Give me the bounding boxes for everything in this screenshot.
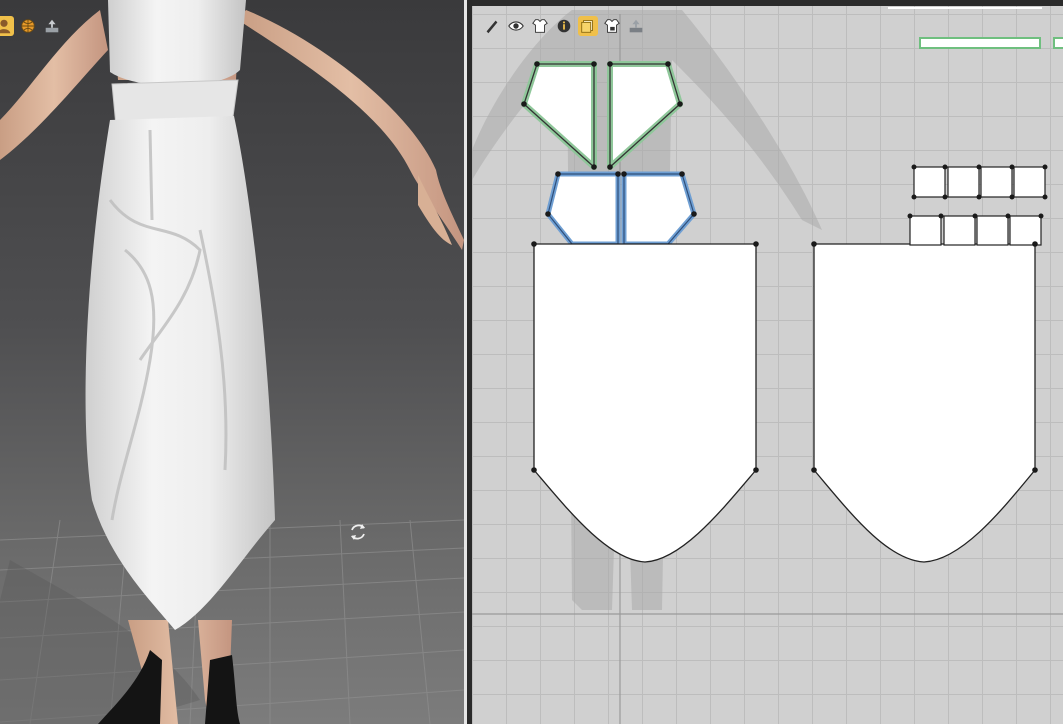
skirt-back[interactable] (813, 243, 1036, 563)
globe-icon[interactable] (18, 16, 38, 36)
bodice-front-left[interactable] (521, 61, 597, 170)
shirt-lock-icon[interactable] (602, 16, 622, 36)
pen-icon[interactable] (482, 16, 502, 36)
belt-loops-top[interactable] (913, 166, 1046, 198)
waistband-left[interactable] (545, 171, 621, 247)
eye-icon[interactable] (506, 16, 526, 36)
skirt-front[interactable] (533, 243, 757, 563)
viewport-3d[interactable] (0, 0, 464, 724)
rotate-icon[interactable] (347, 521, 369, 543)
dress-skirt (85, 116, 275, 630)
selected-line-handle[interactable] (919, 37, 1041, 49)
export-icon[interactable] (626, 16, 646, 36)
viewport-3d-toolbar (0, 16, 62, 36)
pattern-canvas (472, 7, 1063, 724)
export-icon[interactable] (42, 16, 62, 36)
dress-bodice (108, 0, 246, 87)
scene-3d (0, 0, 464, 724)
layers-icon[interactable] (578, 16, 598, 36)
avatar-icon[interactable] (0, 16, 14, 36)
viewport-divider[interactable] (464, 0, 472, 724)
viewport-2d[interactable] (472, 0, 1063, 724)
belt-loops-bottom[interactable] (909, 215, 1042, 246)
viewport-2d-toolbar (482, 16, 646, 36)
selected-line-handle-end[interactable] (1053, 37, 1063, 49)
info-icon[interactable] (554, 16, 574, 36)
waistband-right[interactable] (621, 171, 697, 247)
shirt-eye-icon[interactable] (530, 16, 550, 36)
